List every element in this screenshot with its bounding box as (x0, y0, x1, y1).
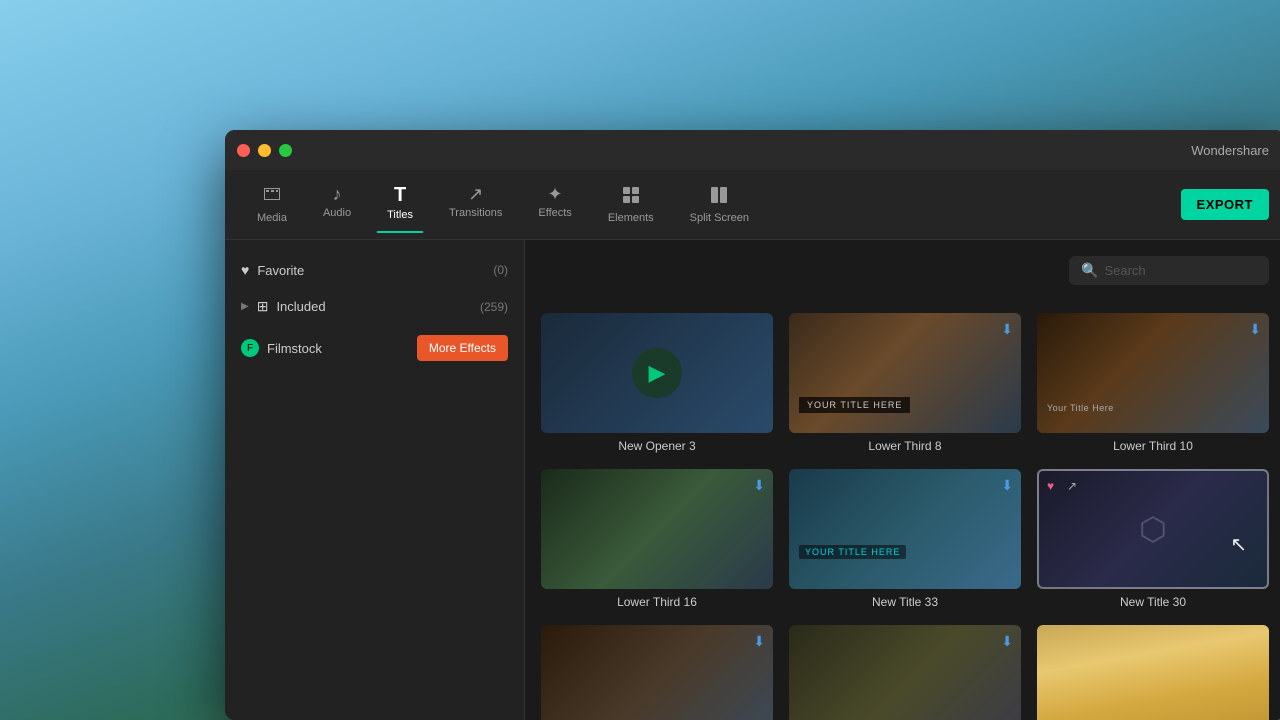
grid-header: 🔍 (541, 256, 1269, 301)
filmstock-label: Filmstock (267, 341, 417, 356)
grid-area: 🔍 ▶ New Opener 3 ⬇ YOUR TITLE HERE (525, 240, 1280, 720)
chevron-right-icon: ▶ (241, 301, 249, 312)
thumb-title33[interactable]: ⬇ YOUR TITLE HERE New Title 33 (789, 469, 1021, 609)
title-bar: Wondershare (225, 130, 1280, 170)
close-button[interactable] (237, 144, 250, 157)
download-icon-lower16: ⬇ (753, 477, 765, 494)
download-icon-bottom2: ⬇ (1001, 633, 1013, 650)
favorite-label: Favorite (257, 263, 493, 278)
thumb-label-lower8: Lower Third 8 (789, 439, 1021, 453)
cursor-title30: ↖ (1230, 532, 1247, 557)
thumb-preview-lower16: ⬇ (541, 469, 773, 589)
thumb-bottom3[interactable]: TITLE HERE (1037, 625, 1269, 720)
title33-title-overlay: YOUR TITLE HERE (799, 545, 906, 559)
nav-item-titles[interactable]: T Titles (371, 177, 429, 232)
thumb-label-opener3: New Opener 3 (541, 439, 773, 453)
sidebar: ♥ Favorite (0) ▶ ⊞ Included (259) F Film… (225, 240, 525, 720)
titles-label: Titles (387, 209, 413, 221)
audio-icon: ♪ (333, 185, 342, 203)
elements-icon (621, 185, 641, 208)
nav-item-media[interactable]: Media (241, 177, 303, 232)
sidebar-item-filmstock[interactable]: F Filmstock More Effects (225, 325, 524, 371)
thumb-preview-bottom1: ⬇ (541, 625, 773, 720)
search-input[interactable] (1104, 263, 1257, 278)
traffic-lights (237, 144, 292, 157)
app-brand: Wondershare (1191, 143, 1269, 158)
nav-item-elements[interactable]: Elements (592, 177, 670, 232)
splitscreen-label: Split Screen (690, 212, 749, 224)
export-button[interactable]: EXPORT (1181, 189, 1269, 220)
thumb-label-title30: New Title 30 (1037, 595, 1269, 609)
included-count: (259) (480, 300, 508, 314)
media-label: Media (257, 212, 287, 224)
search-icon: 🔍 (1081, 262, 1098, 279)
transitions-icon: ↗ (468, 185, 483, 203)
search-bar: 🔍 (1069, 256, 1269, 285)
download-icon-lower10: ⬇ (1249, 321, 1261, 338)
splitscreen-icon (709, 185, 729, 208)
thumb-preview-lower8: ⬇ YOUR TITLE HERE (789, 313, 1021, 433)
nav-item-audio[interactable]: ♪ Audio (307, 177, 367, 232)
filmora-logo: ▶ (632, 348, 682, 398)
thumb-bottom1[interactable]: ⬇ (541, 625, 773, 720)
nav-item-transitions[interactable]: ↗ Transitions (433, 177, 518, 232)
thumb-lower8[interactable]: ⬇ YOUR TITLE HERE Lower Third 8 (789, 313, 1021, 453)
thumb-lower16[interactable]: ⬇ Lower Third 16 (541, 469, 773, 609)
download-icon-title33: ⬇ (1001, 477, 1013, 494)
download-icon-bottom1: ⬇ (753, 633, 765, 650)
nav-item-splitscreen[interactable]: Split Screen (674, 177, 765, 232)
transitions-label: Transitions (449, 207, 502, 219)
thumb-opener3[interactable]: ▶ New Opener 3 (541, 313, 773, 453)
thumb-lower10[interactable]: ⬇ Your Title Here Lower Third 10 (1037, 313, 1269, 453)
nav-bar: Media ♪ Audio T Titles ↗ Transitions ✦ E… (241, 177, 1181, 232)
thumb-preview-title30: ♥ ↗ ⬡ ↖ (1037, 469, 1269, 589)
hex-overlay-title30: ⬡ (1139, 510, 1167, 548)
thumb-label-lower16: Lower Third 16 (541, 595, 773, 609)
nav-item-effects[interactable]: ✦ Effects (522, 177, 587, 232)
thumb-title30[interactable]: ♥ ↗ ⬡ ↖ New Title 30 (1037, 469, 1269, 609)
maximize-button[interactable] (279, 144, 292, 157)
heart-icon: ♥ (241, 262, 249, 278)
thumb-preview-lower10: ⬇ Your Title Here (1037, 313, 1269, 433)
effects-icon: ✦ (548, 185, 563, 203)
thumb-label-title33: New Title 33 (789, 595, 1021, 609)
main-content: ♥ Favorite (0) ▶ ⊞ Included (259) F Film… (225, 240, 1280, 720)
favorite-count: (0) (493, 263, 508, 277)
minimize-button[interactable] (258, 144, 271, 157)
share-icon-title30: ↗ (1067, 479, 1077, 493)
download-icon-lower8: ⬇ (1001, 321, 1013, 338)
thumb-bottom2[interactable]: ⬇ (789, 625, 1021, 720)
toolbar: Media ♪ Audio T Titles ↗ Transitions ✦ E… (225, 170, 1280, 240)
lower8-title-overlay: YOUR TITLE HERE (799, 397, 910, 413)
grid-icon: ⊞ (257, 298, 269, 315)
thumbnails-grid: ▶ New Opener 3 ⬇ YOUR TITLE HERE Lower T… (541, 313, 1269, 720)
thumb-preview-bottom3: TITLE HERE (1037, 625, 1269, 720)
elements-label: Elements (608, 212, 654, 224)
thumb-preview-bottom2: ⬇ (789, 625, 1021, 720)
thumb-preview-title33: ⬇ YOUR TITLE HERE (789, 469, 1021, 589)
audio-label: Audio (323, 207, 351, 219)
included-label: Included (276, 299, 480, 314)
titles-icon: T (394, 185, 406, 205)
media-icon (262, 185, 282, 208)
favorite-icon-title30: ♥ (1047, 479, 1054, 493)
thumb-label-lower10: Lower Third 10 (1037, 439, 1269, 453)
sidebar-item-favorite[interactable]: ♥ Favorite (0) (225, 252, 524, 288)
effects-label: Effects (538, 207, 571, 219)
more-effects-button[interactable]: More Effects (417, 335, 508, 361)
sidebar-item-included[interactable]: ▶ ⊞ Included (259) (225, 288, 524, 325)
app-window: Wondershare Media ♪ Audio T (225, 130, 1280, 720)
filmstock-icon: F (241, 339, 259, 357)
lower10-title-overlay: Your Title Here (1047, 403, 1114, 413)
thumb-preview-opener3: ▶ (541, 313, 773, 433)
